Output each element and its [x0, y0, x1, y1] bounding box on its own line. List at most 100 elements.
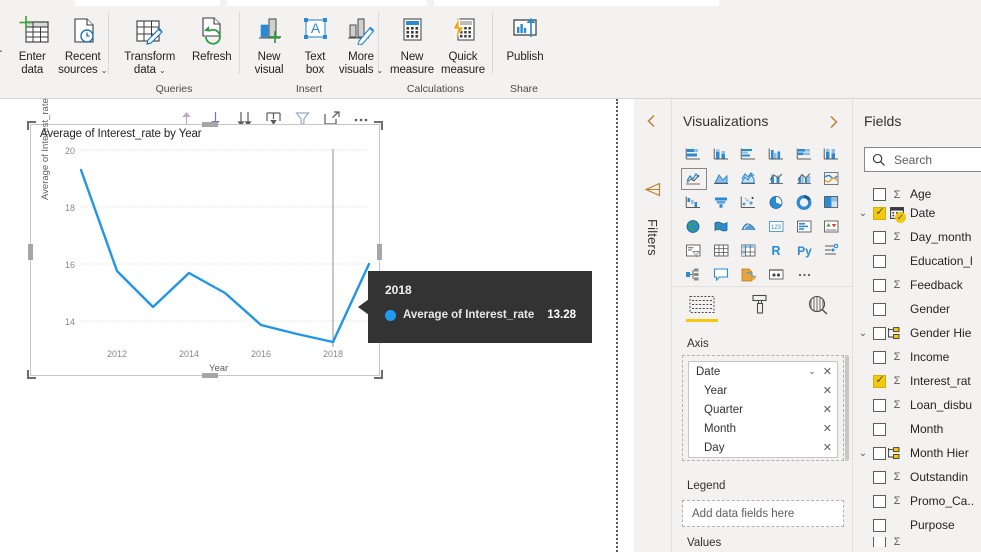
stacked-area-chart-icon[interactable]	[735, 167, 763, 191]
donut-chart-icon[interactable]	[790, 191, 818, 215]
chevron-down-icon[interactable]: ⌄	[808, 366, 823, 377]
field-checkbox[interactable]	[873, 519, 886, 532]
remove-field-icon[interactable]: ✕	[823, 384, 837, 397]
resize-handle-r[interactable]	[377, 244, 382, 260]
field-item-loan-disbursed[interactable]: Σ Loan_disbu	[853, 393, 981, 417]
r-script-visual-icon[interactable]: R	[763, 239, 791, 263]
field-item-gender-hierarchy[interactable]: ⌄ Gender Hie	[853, 321, 981, 345]
field-checkbox[interactable]	[873, 188, 886, 201]
clustered-column-chart-icon[interactable]	[763, 143, 791, 167]
field-item-feedback[interactable]: Σ Feedback	[853, 273, 981, 297]
arcgis-map-icon[interactable]	[735, 215, 763, 239]
card-icon[interactable]: 123	[763, 215, 791, 239]
field-checkbox[interactable]	[873, 351, 886, 364]
remove-field-icon[interactable]: ✕	[823, 422, 837, 435]
field-item-interest-rate[interactable]: Σ Interest_rat	[853, 369, 981, 393]
field-checkbox[interactable]	[873, 447, 886, 460]
line-chart-visual[interactable]: Average of Interest_rate by Year Average…	[30, 124, 380, 376]
field-checkbox[interactable]	[873, 231, 886, 244]
line-chart-icon[interactable]	[680, 167, 708, 191]
resize-handle-tl[interactable]	[27, 121, 36, 130]
resize-handle-br[interactable]	[374, 370, 383, 379]
fields-tab[interactable]	[688, 295, 716, 314]
field-checkbox[interactable]	[873, 207, 886, 220]
pie-chart-icon[interactable]	[763, 191, 791, 215]
resize-handle-bl[interactable]	[27, 370, 36, 379]
field-checkbox[interactable]	[873, 255, 886, 268]
search-input[interactable]: Search	[864, 147, 981, 172]
quick-measure-button[interactable]: Quickmeasure	[437, 10, 489, 76]
remove-field-icon[interactable]: ✕	[823, 365, 837, 378]
axis-field-quarter[interactable]: Quarter ✕	[689, 400, 837, 419]
filled-map-icon[interactable]	[708, 215, 736, 239]
field-item-day-month[interactable]: Σ Day_month	[853, 225, 981, 249]
field-item-promo-category[interactable]: Σ Promo_Ca..	[853, 489, 981, 513]
clustered-bar-chart-icon[interactable]	[735, 143, 763, 167]
field-checkbox[interactable]	[873, 303, 886, 316]
resize-handle-b[interactable]	[202, 373, 218, 378]
field-item-purpose[interactable]: Purpose	[853, 513, 981, 537]
area-chart-icon[interactable]	[708, 167, 736, 191]
resize-handle-tr[interactable]	[374, 121, 383, 130]
new-visual-button[interactable]: Newvisual	[246, 10, 292, 76]
field-checkbox[interactable]	[873, 495, 886, 508]
field-checkbox[interactable]	[873, 537, 886, 547]
more-visuals-button[interactable]: Morevisuals ⌄	[338, 10, 384, 77]
slicer-icon[interactable]	[680, 239, 708, 263]
treemap-icon[interactable]	[818, 191, 846, 215]
field-checkbox[interactable]	[873, 375, 886, 388]
field-item-income[interactable]: Σ Income	[853, 345, 981, 369]
field-item-education-level[interactable]: Education_l	[853, 249, 981, 273]
field-item-gender[interactable]: Gender	[853, 297, 981, 321]
line-clustered-column-chart-icon[interactable]	[790, 167, 818, 191]
python-visual-icon[interactable]: Py	[790, 239, 818, 263]
publish-button[interactable]: Publish	[497, 10, 553, 64]
fields-list[interactable]: Σ Age ⌄ ✓ Date Σ	[853, 183, 981, 552]
field-item-date[interactable]: ⌄ ✓ Date	[853, 201, 981, 225]
matrix-icon[interactable]	[735, 239, 763, 263]
stacked-bar-chart-icon[interactable]	[680, 143, 708, 167]
enter-data-button[interactable]: Enterdata	[7, 10, 58, 76]
field-checkbox[interactable]	[873, 423, 886, 436]
field-item-outstanding[interactable]: Σ Outstandin	[853, 465, 981, 489]
field-checkbox[interactable]	[873, 399, 886, 412]
recent-sources-button[interactable]: Recentsources ⌄	[57, 10, 108, 77]
resize-handle-l[interactable]	[28, 244, 33, 260]
new-measure-button[interactable]: Newmeasure	[387, 10, 437, 76]
field-checkbox[interactable]	[873, 279, 886, 292]
chevron-down-icon[interactable]: ⌄	[853, 208, 873, 219]
chevron-down-icon[interactable]: ⌄	[853, 328, 873, 339]
field-item-clipped[interactable]: Σ	[853, 537, 981, 547]
field-checkbox[interactable]	[873, 327, 886, 340]
more-options-icon[interactable]	[790, 263, 818, 287]
key-influencers-icon[interactable]	[818, 239, 846, 263]
field-checkbox[interactable]	[873, 471, 886, 484]
field-item-month-hierarchy[interactable]: ⌄ Month Hier	[853, 441, 981, 465]
axis-field-date[interactable]: Date ⌄ ✕	[689, 362, 837, 381]
multi-row-card-icon[interactable]	[790, 215, 818, 239]
filter-funnel-icon[interactable]	[644, 182, 661, 197]
well-scrollbar[interactable]	[845, 355, 849, 461]
resize-handle-t[interactable]	[202, 122, 218, 127]
paginated-report-icon[interactable]	[735, 263, 763, 287]
map-icon[interactable]	[680, 215, 708, 239]
analytics-tab[interactable]	[804, 295, 832, 315]
smart-narrative-icon[interactable]	[763, 263, 791, 287]
line-stacked-column-chart-icon[interactable]	[763, 167, 791, 191]
remove-field-icon[interactable]: ✕	[823, 403, 837, 416]
axis-field-month[interactable]: Month ✕	[689, 419, 837, 438]
q-and-a-icon[interactable]	[708, 263, 736, 287]
axis-well[interactable]: Date ⌄ ✕ Year ✕ Quarter ✕ Month ✕ Day	[682, 355, 844, 461]
filters-pane-collapsed[interactable]: Filters	[634, 99, 672, 552]
kpi-icon[interactable]	[818, 215, 846, 239]
ribbon-chart-icon[interactable]	[818, 167, 846, 191]
waterfall-chart-icon[interactable]	[680, 191, 708, 215]
refresh-button[interactable]: Refresh	[185, 10, 239, 64]
axis-field-day[interactable]: Day ✕	[689, 438, 837, 457]
legend-well[interactable]: Add data fields here	[682, 500, 844, 527]
100-stacked-bar-chart-icon[interactable]	[790, 143, 818, 167]
format-tab[interactable]	[746, 294, 774, 315]
remove-field-icon[interactable]: ✕	[823, 441, 837, 454]
chevron-left-icon[interactable]	[645, 114, 659, 128]
chevron-right-icon[interactable]	[827, 115, 840, 129]
